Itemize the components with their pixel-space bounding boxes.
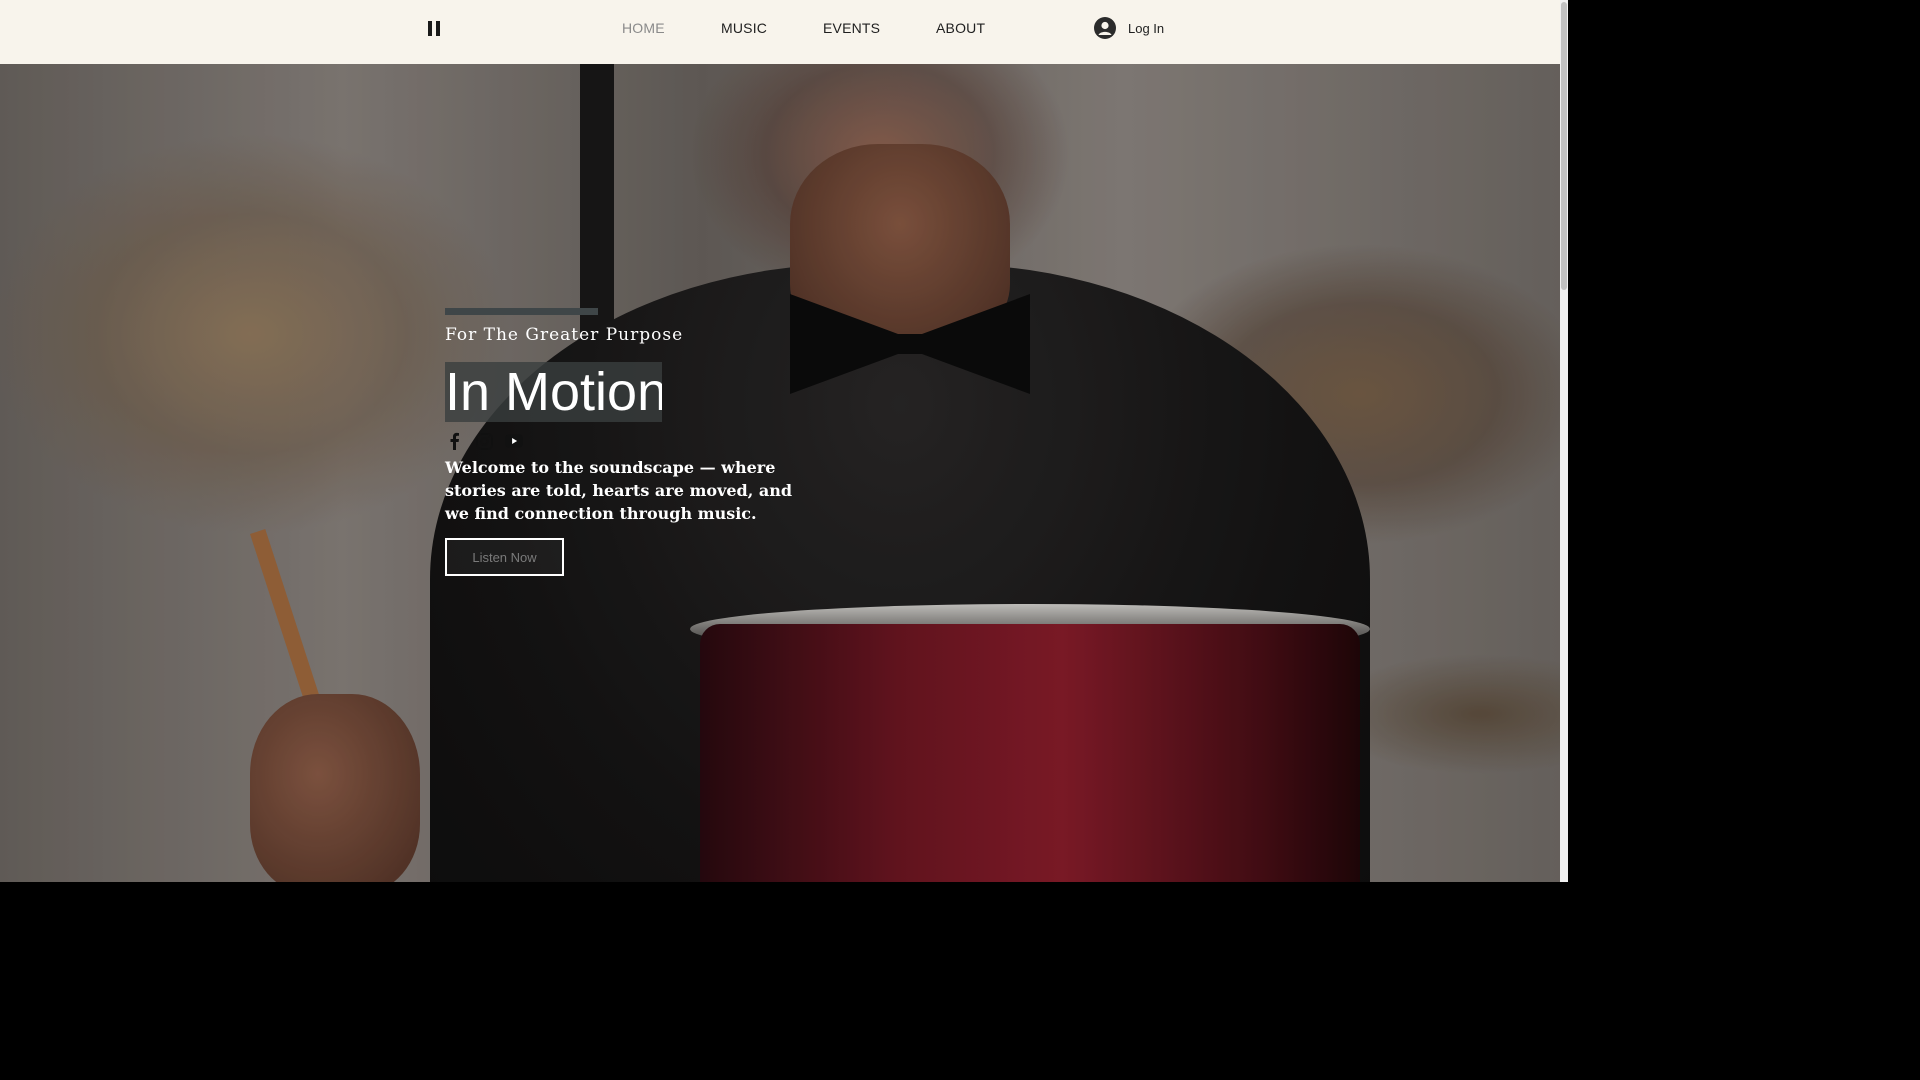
pause-icon[interactable] xyxy=(428,21,440,36)
instagram-icon[interactable] xyxy=(475,432,493,450)
accent-bar xyxy=(445,308,598,315)
facebook-icon[interactable] xyxy=(445,432,463,450)
youtube-icon[interactable] xyxy=(505,432,523,450)
page-scrollbar[interactable] xyxy=(1560,0,1568,882)
nav-music[interactable]: MUSIC xyxy=(721,20,767,36)
listen-now-label: Listen Now xyxy=(472,549,537,565)
welcome-text: Welcome to the soundscape — where storie… xyxy=(445,458,793,523)
hero-tagline: For The Greater Purpose xyxy=(445,325,684,345)
nav-home[interactable]: HOME xyxy=(622,20,665,36)
login-label: Log In xyxy=(1128,20,1165,36)
nav-events[interactable]: EVENTS xyxy=(823,20,880,36)
scrollbar-thumb[interactable] xyxy=(1561,2,1567,290)
login-button[interactable]: Log In xyxy=(1094,17,1164,39)
user-avatar-icon xyxy=(1094,17,1116,39)
hero-title: In Motion xyxy=(445,362,662,422)
site-header: HOME MUSIC EVENTS ABOUT Log In xyxy=(0,0,1560,64)
listen-now-button[interactable]: Listen Now xyxy=(445,538,564,576)
page: HOME MUSIC EVENTS ABOUT Log In For The G… xyxy=(0,0,1568,882)
social-links xyxy=(445,432,523,450)
nav-about[interactable]: ABOUT xyxy=(936,20,985,36)
